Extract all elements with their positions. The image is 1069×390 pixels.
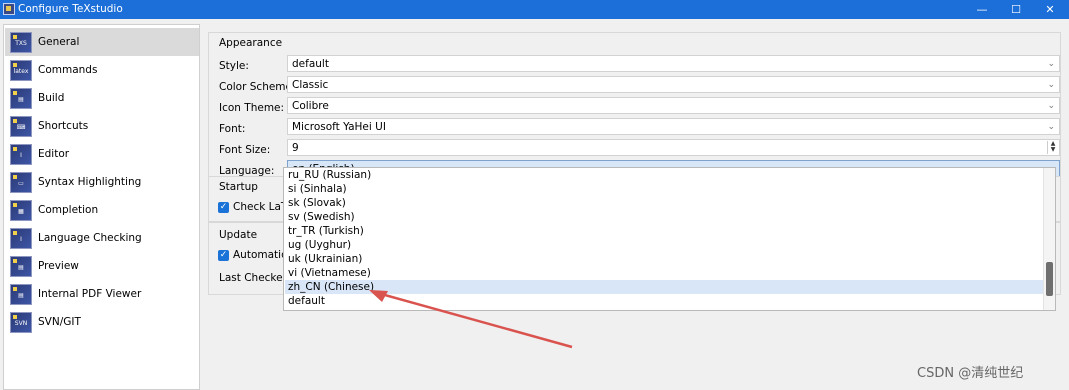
- font-size-label: Font Size:: [219, 144, 271, 156]
- sidebar-item-language-checking[interactable]: I Language Checking: [5, 224, 199, 252]
- font-size-value: 9: [292, 142, 299, 154]
- pdf-viewer-icon: ▤: [10, 284, 32, 305]
- language-option[interactable]: sv (Swedish): [288, 210, 355, 224]
- automatic-update-checkbox[interactable]: ✓: [218, 250, 229, 261]
- last-checked-label: Last Checked:: [219, 272, 293, 284]
- close-button[interactable]: ✕: [1034, 0, 1066, 19]
- appearance-title: Appearance: [219, 37, 283, 49]
- startup-title: Startup: [219, 181, 258, 193]
- update-title: Update: [219, 229, 258, 241]
- icon-theme-label: Icon Theme:: [219, 102, 285, 114]
- language-option[interactable]: si (Sinhala): [288, 182, 347, 196]
- build-icon: ▤: [10, 88, 32, 109]
- shortcuts-icon: ⌨: [10, 116, 32, 137]
- latex-commands-icon: latex: [10, 60, 32, 81]
- icon-theme-select[interactable]: Colibre ⌄: [287, 97, 1060, 114]
- window-title: Configure TeXstudio: [18, 3, 123, 15]
- font-size-spinbox[interactable]: 9 ▲ ▼: [287, 139, 1060, 156]
- dropdown-scrollbar[interactable]: [1043, 168, 1055, 310]
- appearance-group: Appearance Style: default ⌄ Color Scheme…: [208, 32, 1061, 177]
- spinner-arrows-icon[interactable]: ▲ ▼: [1047, 141, 1058, 154]
- language-option[interactable]: sk (Slovak): [288, 196, 346, 210]
- app-icon: [3, 3, 15, 15]
- language-option[interactable]: uk (Ukrainian): [288, 252, 362, 266]
- icon-theme-value: Colibre: [292, 100, 329, 112]
- sidebar-item-build[interactable]: ▤ Build: [5, 84, 199, 112]
- language-checking-icon: I: [10, 228, 32, 249]
- style-label: Style:: [219, 60, 249, 72]
- language-option[interactable]: tr_TR (Turkish): [288, 224, 364, 238]
- completion-icon: ▦: [10, 200, 32, 221]
- syntax-highlighting-icon: ▭: [10, 172, 32, 193]
- font-label: Font:: [219, 123, 246, 135]
- title-bar: Configure TeXstudio — ☐ ✕: [0, 0, 1069, 19]
- check-latex-checkbox[interactable]: ✓: [218, 202, 229, 213]
- sidebar-item-internal-pdf-viewer[interactable]: ▤ Internal PDF Viewer: [5, 280, 199, 308]
- language-option[interactable]: default: [288, 294, 325, 308]
- arrow-head: [369, 290, 388, 302]
- sidebar-item-general[interactable]: TXS General: [5, 28, 199, 56]
- language-option[interactable]: ug (Uyghur): [288, 238, 351, 252]
- style-value: default: [292, 58, 329, 70]
- language-option[interactable]: vi (Vietnamese): [288, 266, 371, 280]
- font-select[interactable]: Microsoft YaHei UI ⌄: [287, 118, 1060, 135]
- settings-sidebar: TXS General latex Commands ▤ Build ⌨ Sho…: [3, 24, 200, 390]
- editor-icon: I: [10, 144, 32, 165]
- chevron-down-icon: ⌄: [1047, 101, 1055, 111]
- sidebar-item-editor[interactable]: I Editor: [5, 140, 199, 168]
- maximize-button[interactable]: ☐: [1000, 0, 1032, 19]
- sidebar-item-completion[interactable]: ▦ Completion: [5, 196, 199, 224]
- sidebar-item-shortcuts[interactable]: ⌨ Shortcuts: [5, 112, 199, 140]
- sidebar-item-commands[interactable]: latex Commands: [5, 56, 199, 84]
- chevron-down-icon: ⌄: [1047, 122, 1055, 132]
- arrow-line: [373, 290, 573, 349]
- sidebar-item-syntax-highlighting[interactable]: ▭ Syntax Highlighting: [5, 168, 199, 196]
- svn-git-icon: SVN: [10, 312, 32, 333]
- sidebar-item-preview[interactable]: ▤ Preview: [5, 252, 199, 280]
- watermark: CSDN @清纯世纪: [917, 366, 1024, 381]
- sidebar-item-svn-git[interactable]: SVN SVN/GIT: [5, 308, 199, 336]
- color-scheme-value: Classic: [292, 79, 329, 91]
- txs-general-icon: TXS: [10, 32, 32, 53]
- scrollbar-thumb[interactable]: [1046, 262, 1053, 296]
- minimize-button[interactable]: —: [966, 0, 998, 19]
- font-value: Microsoft YaHei UI: [292, 121, 386, 133]
- color-scheme-label: Color Scheme:: [219, 81, 296, 93]
- color-scheme-select[interactable]: Classic ⌄: [287, 76, 1060, 93]
- chevron-down-icon: ⌄: [1047, 80, 1055, 90]
- preview-icon: ▤: [10, 256, 32, 277]
- annotation-arrow-icon: [369, 290, 573, 349]
- chevron-down-icon: ⌄: [1047, 59, 1055, 69]
- language-option[interactable]: ru_RU (Russian): [288, 168, 371, 182]
- style-select[interactable]: default ⌄: [287, 55, 1060, 72]
